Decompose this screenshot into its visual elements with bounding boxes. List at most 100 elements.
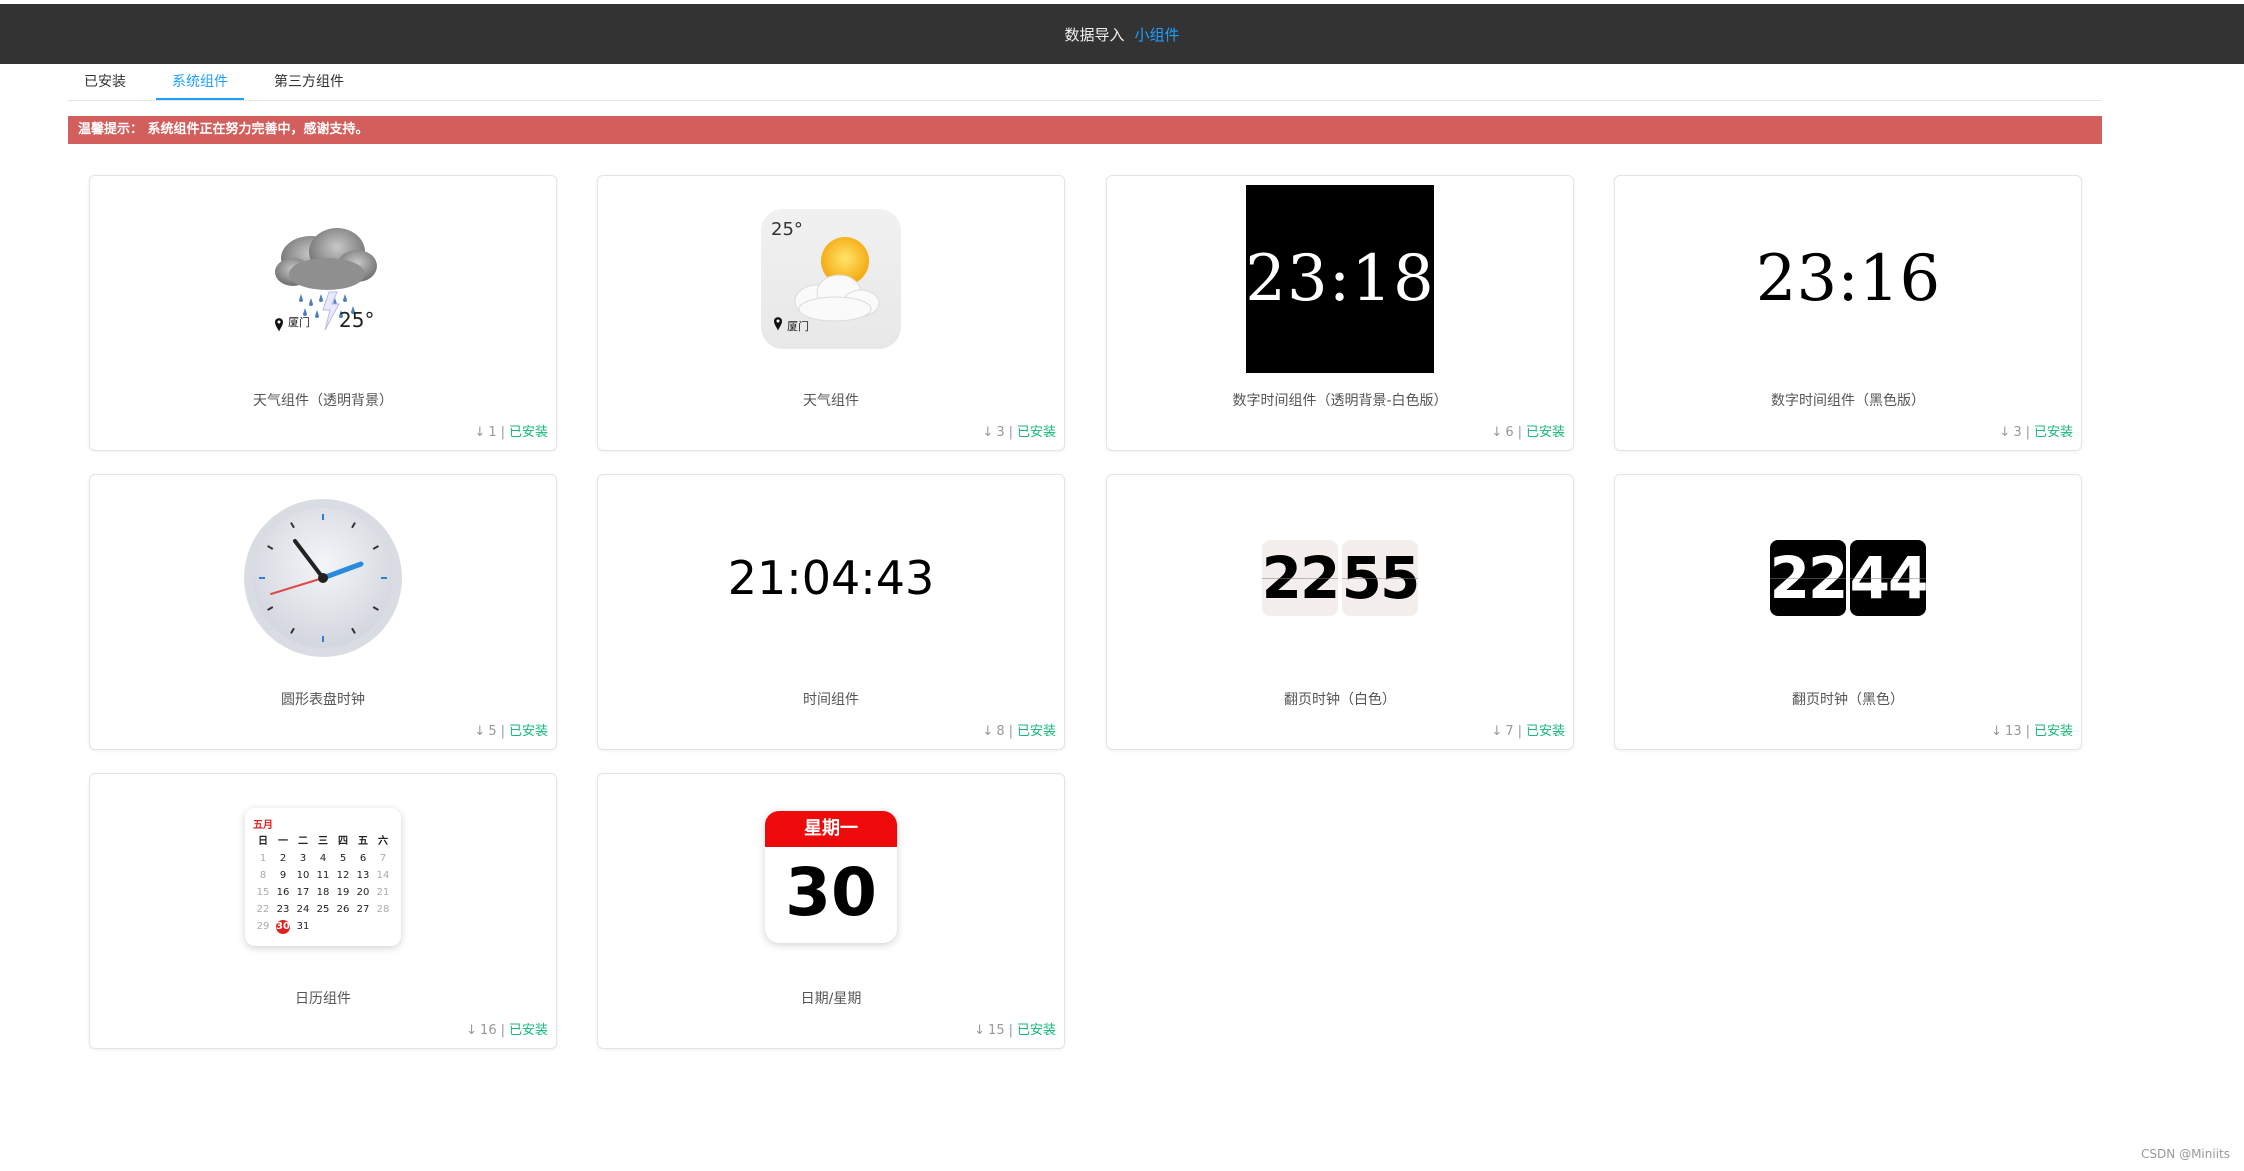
widget-card-weather-transparent[interactable]: 厦门 25° 天气组件（透明背景） ↓ 1 | 已安装	[89, 175, 557, 451]
weekday-label: 星期一	[765, 811, 897, 847]
download-icon: ↓	[1491, 425, 1503, 440]
installed-status[interactable]: 已安装	[1526, 425, 1565, 440]
calendar-day[interactable]: 20	[353, 886, 373, 900]
installed-status[interactable]: 已安装	[1017, 1023, 1056, 1038]
divider: |	[500, 724, 505, 739]
widget-card-analog-clock[interactable]: 圆形表盘时钟 ↓ 5 | 已安装	[89, 474, 557, 750]
widget-meta: ↓ 16 | 已安装	[466, 1019, 548, 1038]
widget-title: 数字时间组件（黑色版）	[1771, 393, 1925, 409]
widget-title: 天气组件（透明背景）	[253, 393, 393, 409]
calendar-day[interactable]: 15	[253, 886, 273, 900]
download-count: 13	[2005, 724, 2022, 739]
calendar-day[interactable]: 5	[333, 852, 353, 866]
download-icon: ↓	[1999, 425, 2011, 440]
calendar-day[interactable]: 9	[273, 869, 293, 883]
calendar-weekday: 二	[298, 836, 308, 847]
calendar-day[interactable]: 25	[313, 903, 333, 917]
installed-status[interactable]: 已安装	[2034, 724, 2073, 739]
widget-meta: ↓ 15 | 已安装	[974, 1019, 1056, 1038]
installed-status[interactable]: 已安装	[509, 724, 548, 739]
installed-status[interactable]: 已安装	[509, 425, 548, 440]
flip-minute: 55	[1342, 540, 1420, 616]
calendar-day[interactable]: 1	[253, 852, 273, 866]
widget-preview: 25° 厦门	[598, 184, 1064, 374]
breadcrumb-data-import[interactable]: 数据导入	[1064, 24, 1124, 45]
widget-meta: ↓ 3 | 已安装	[982, 421, 1056, 440]
calendar-day[interactable]: 12	[333, 869, 353, 883]
widget-preview: 23:16	[1615, 184, 2081, 374]
divider: |	[500, 1023, 505, 1038]
widget-title: 翻页时钟（白色）	[1284, 692, 1396, 708]
download-count: 7	[1505, 724, 1514, 739]
installed-status[interactable]: 已安装	[1526, 724, 1565, 739]
calendar-day[interactable]: 29	[253, 920, 273, 934]
download-icon: ↓	[1491, 724, 1503, 739]
widget-title: 时间组件	[803, 692, 859, 708]
download-icon: ↓	[982, 425, 994, 440]
calendar-day[interactable]: 22	[253, 903, 273, 917]
widget-card-digital-time-white[interactable]: 23:18 数字时间组件（透明背景-白色版） ↓ 6 | 已安装	[1106, 175, 1574, 451]
calendar-day[interactable]: 17	[293, 886, 313, 900]
widget-card-flip-clock-white[interactable]: 22 55 翻页时钟（白色） ↓ 7 | 已安装	[1106, 474, 1574, 750]
tab-system-widgets[interactable]: 系统组件	[156, 64, 244, 100]
calendar-day[interactable]: 28	[373, 903, 393, 917]
download-icon: ↓	[1991, 724, 2003, 739]
digital-clock-display: 23:16	[1755, 242, 1941, 316]
widget-title: 日期/星期	[800, 991, 862, 1007]
divider: |	[1008, 425, 1013, 440]
calendar-weekday: 五	[358, 836, 368, 847]
divider: |	[2025, 425, 2030, 440]
installed-status[interactable]: 已安装	[1017, 724, 1056, 739]
calendar-day[interactable]: 4	[313, 852, 333, 866]
calendar-day[interactable]: 3	[293, 852, 313, 866]
installed-status[interactable]: 已安装	[1017, 425, 1056, 440]
tab-third-party-widgets[interactable]: 第三方组件	[258, 64, 360, 99]
calendar-day[interactable]: 23	[273, 903, 293, 917]
widget-preview: 星期一 30	[598, 782, 1064, 972]
calendar-day[interactable]: 19	[333, 886, 353, 900]
widget-card-calendar[interactable]: 五月 日一二三四五六 1 2 3 4 5 6 7 8 9 10 11 12 13 14 15 16 17 18 19 2…	[89, 773, 557, 1049]
widget-card-date-weekday[interactable]: 星期一 30 日期/星期 ↓ 15 | 已安装	[597, 773, 1065, 1049]
calendar-day[interactable]: 7	[373, 852, 393, 866]
download-count: 15	[988, 1023, 1005, 1038]
calendar-day[interactable]: 2	[273, 852, 293, 866]
installed-status[interactable]: 已安装	[509, 1023, 548, 1038]
calendar-day[interactable]: 11	[313, 869, 333, 883]
digital-clock-display: 23:18	[1245, 185, 1434, 373]
weather-location: 厦门	[288, 316, 310, 329]
breadcrumb-widgets[interactable]: 小组件	[1135, 24, 1180, 45]
calendar-day[interactable]: 8	[253, 869, 273, 883]
calendar-weekday: 日	[258, 836, 268, 847]
widget-card-digital-time-black[interactable]: 23:16 数字时间组件（黑色版） ↓ 3 | 已安装	[1614, 175, 2082, 451]
widget-meta: ↓ 3 | 已安装	[1999, 421, 2073, 440]
calendar-preview: 五月 日一二三四五六 1 2 3 4 5 6 7 8 9 10 11 12 13 14 15 16 17 18 19 2…	[245, 808, 401, 946]
tab-installed[interactable]: 已安装	[68, 64, 142, 99]
divider: |	[1517, 425, 1522, 440]
calendar-day[interactable]: 21	[373, 886, 393, 900]
widget-card-flip-clock-black[interactable]: 22 44 翻页时钟（黑色） ↓ 13 | 已安装	[1614, 474, 2082, 750]
calendar-day[interactable]: 27	[353, 903, 373, 917]
calendar-day[interactable]: 13	[353, 869, 373, 883]
widget-preview: 厦门 25°	[90, 184, 556, 374]
calendar-day[interactable]: 18	[313, 886, 333, 900]
calendar-day[interactable]: 10	[293, 869, 313, 883]
widget-meta: ↓ 8 | 已安装	[982, 720, 1056, 739]
divider: |	[500, 425, 505, 440]
calendar-day[interactable]: 31	[293, 920, 313, 934]
tab-bar: 已安装 系统组件 第三方组件	[68, 64, 2102, 101]
calendar-day[interactable]: 24	[293, 903, 313, 917]
calendar-day[interactable]: 16	[273, 886, 293, 900]
download-icon: ↓	[974, 1023, 986, 1038]
download-count: 5	[488, 724, 497, 739]
widget-card-weather[interactable]: 25° 厦门 天气组件 ↓ 3 | 已安装	[597, 175, 1065, 451]
calendar-day[interactable]: 14	[373, 869, 393, 883]
installed-status[interactable]: 已安装	[2034, 425, 2073, 440]
calendar-day[interactable]: 26	[333, 903, 353, 917]
calendar-grid: 日一二三四五六 1 2 3 4 5 6 7 8 9 10 11 12 13 14 15 16 17 18 19 20 21…	[253, 835, 393, 934]
widget-meta: ↓ 13 | 已安装	[1991, 720, 2073, 739]
widget-card-time[interactable]: 21:04:43 时间组件 ↓ 8 | 已安装	[597, 474, 1065, 750]
download-count: 16	[480, 1023, 497, 1038]
calendar-day[interactable]: 6	[353, 852, 373, 866]
widget-meta: ↓ 5 | 已安装	[474, 720, 548, 739]
calendar-day[interactable]: 30	[276, 920, 290, 934]
